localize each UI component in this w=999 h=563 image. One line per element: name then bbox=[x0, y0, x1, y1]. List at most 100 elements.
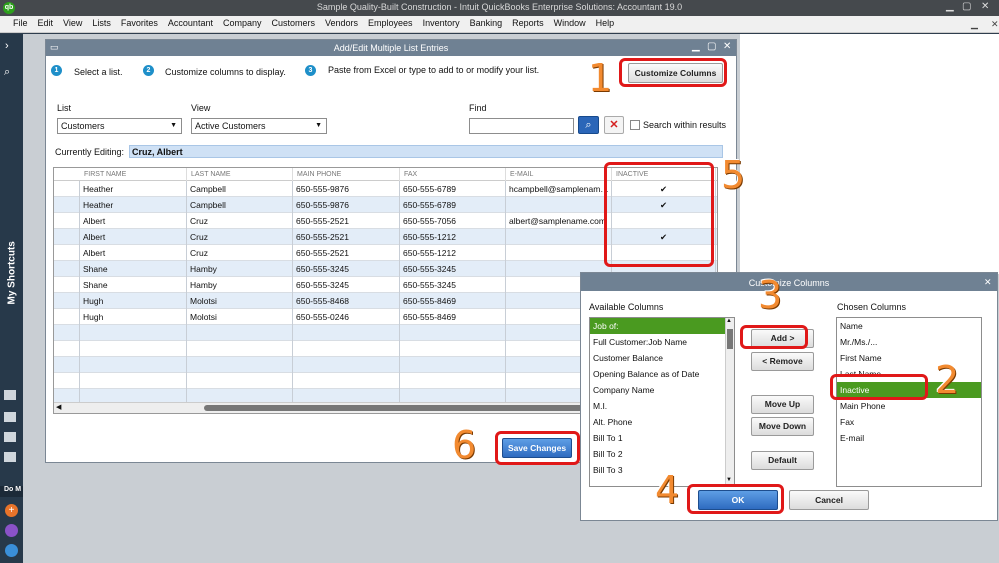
available-column-item[interactable]: Opening Balance as of Date bbox=[590, 366, 726, 382]
available-column-item[interactable]: Bill To 1 bbox=[590, 430, 726, 446]
move-up-button[interactable]: Move Up bbox=[751, 395, 814, 414]
table-cell-last-name[interactable]: Campbell bbox=[187, 197, 293, 213]
column-header-first-name[interactable]: FIRST NAME bbox=[80, 168, 187, 181]
row-selector[interactable] bbox=[54, 213, 80, 229]
clear-search-button[interactable]: ✕ bbox=[604, 116, 624, 134]
default-button[interactable]: Default bbox=[751, 451, 814, 470]
menu-item-file[interactable]: File bbox=[8, 16, 33, 28]
table-cell-last-name[interactable] bbox=[187, 325, 293, 341]
table-cell-main-phone[interactable]: 650-555-2521 bbox=[293, 213, 400, 229]
minimize-icon[interactable]: ▁ bbox=[946, 1, 954, 12]
menu-item-view[interactable]: View bbox=[58, 16, 87, 28]
available-columns-list[interactable]: Job of: Full Customer:Job Name Customer Ba… bbox=[589, 317, 735, 487]
table-cell-first-name[interactable] bbox=[80, 341, 187, 357]
menu-item-edit[interactable]: Edit bbox=[33, 16, 59, 28]
table-cell-first-name[interactable]: Shane bbox=[80, 277, 187, 293]
scroll-left-icon[interactable]: ◀ bbox=[56, 403, 61, 411]
table-cell-main-phone[interactable]: 650-555-9876 bbox=[293, 197, 400, 213]
menu-item-company[interactable]: Company bbox=[218, 16, 267, 28]
shortcut-icon[interactable] bbox=[4, 432, 16, 442]
row-selector[interactable] bbox=[54, 261, 80, 277]
row-selector[interactable] bbox=[54, 373, 80, 389]
table-cell-first-name[interactable]: Shane bbox=[80, 261, 187, 277]
table-cell-main-phone[interactable]: 650-555-2521 bbox=[293, 229, 400, 245]
expand-arrow-icon[interactable]: › bbox=[5, 40, 9, 52]
row-selector[interactable] bbox=[54, 197, 80, 213]
find-input[interactable] bbox=[469, 118, 574, 134]
table-cell-first-name[interactable] bbox=[80, 373, 187, 389]
column-header-main-phone[interactable]: MAIN PHONE bbox=[293, 168, 400, 181]
row-selector[interactable] bbox=[54, 293, 80, 309]
close-icon[interactable]: ✕ bbox=[984, 277, 992, 288]
table-cell-e-mail[interactable] bbox=[506, 197, 612, 213]
available-column-item[interactable]: Bill To 2 bbox=[590, 446, 726, 462]
vertical-scrollbar[interactable]: ▲ ▼ bbox=[725, 318, 734, 486]
table-cell-e-mail[interactable] bbox=[506, 245, 612, 261]
window-close-icon[interactable]: ✕ bbox=[986, 17, 999, 30]
column-header-fax[interactable]: FAX bbox=[400, 168, 506, 181]
menu-item-inventory[interactable]: Inventory bbox=[418, 16, 465, 28]
row-selector[interactable] bbox=[54, 341, 80, 357]
menu-item-accountant[interactable]: Accountant bbox=[163, 16, 218, 28]
window-menu-icon[interactable]: ▭ bbox=[50, 42, 59, 53]
menu-item-reports[interactable]: Reports bbox=[507, 16, 549, 28]
calendar-icon[interactable] bbox=[5, 524, 18, 537]
available-column-item[interactable]: Alt. Phone bbox=[590, 414, 726, 430]
table-cell-last-name[interactable]: Campbell bbox=[187, 181, 293, 197]
cancel-button[interactable]: Cancel bbox=[789, 490, 869, 510]
table-cell-e-mail[interactable]: albert@samplename.com bbox=[506, 213, 612, 229]
table-cell-main-phone[interactable]: 650-555-8468 bbox=[293, 293, 400, 309]
table-cell-last-name[interactable]: Cruz bbox=[187, 245, 293, 261]
view-select[interactable]: Active Customers ▼ bbox=[191, 118, 327, 134]
table-cell-fax[interactable]: 650-555-7056 bbox=[400, 213, 506, 229]
table-cell-main-phone[interactable] bbox=[293, 373, 400, 389]
my-shortcuts-label[interactable]: My Shortcuts bbox=[7, 225, 18, 304]
document-icon[interactable] bbox=[5, 544, 18, 557]
shortcut-icon[interactable] bbox=[4, 412, 16, 422]
menu-item-help[interactable]: Help bbox=[591, 16, 620, 28]
row-selector[interactable] bbox=[54, 181, 80, 197]
menu-item-customers[interactable]: Customers bbox=[266, 16, 320, 28]
minimize-icon[interactable]: ▁ bbox=[692, 41, 700, 52]
table-cell-fax[interactable]: 650-555-8469 bbox=[400, 309, 506, 325]
move-down-button[interactable]: Move Down bbox=[751, 417, 814, 436]
search-within-checkbox[interactable] bbox=[630, 120, 640, 130]
table-cell-fax[interactable]: 650-555-3245 bbox=[400, 261, 506, 277]
search-icon[interactable]: ⌕ bbox=[4, 66, 10, 79]
table-cell-fax[interactable] bbox=[400, 373, 506, 389]
table-cell-last-name[interactable] bbox=[187, 373, 293, 389]
menu-item-employees[interactable]: Employees bbox=[363, 16, 418, 28]
column-header-e-mail[interactable]: E-MAIL bbox=[506, 168, 612, 181]
table-cell-last-name[interactable]: Molotsi bbox=[187, 309, 293, 325]
menu-item-vendors[interactable]: Vendors bbox=[320, 16, 363, 28]
table-cell-first-name[interactable]: Hugh bbox=[80, 293, 187, 309]
table-cell-first-name[interactable]: Albert bbox=[80, 229, 187, 245]
table-cell-main-phone[interactable]: 650-555-3245 bbox=[293, 277, 400, 293]
row-selector[interactable] bbox=[54, 325, 80, 341]
available-column-item[interactable]: M.I. bbox=[590, 398, 726, 414]
scrollbar-thumb[interactable] bbox=[727, 329, 733, 349]
table-cell-e-mail[interactable] bbox=[506, 229, 612, 245]
row-selector[interactable] bbox=[54, 309, 80, 325]
table-cell-main-phone[interactable]: 650-555-3245 bbox=[293, 261, 400, 277]
menu-item-banking[interactable]: Banking bbox=[465, 16, 508, 28]
menu-item-favorites[interactable]: Favorites bbox=[116, 16, 163, 28]
table-cell-last-name[interactable] bbox=[187, 341, 293, 357]
shortcut-icon[interactable] bbox=[4, 390, 16, 400]
table-cell-last-name[interactable] bbox=[187, 357, 293, 373]
menu-item-lists[interactable]: Lists bbox=[87, 16, 116, 28]
table-cell-fax[interactable] bbox=[400, 325, 506, 341]
table-cell-fax[interactable]: 650-555-8469 bbox=[400, 293, 506, 309]
row-selector[interactable] bbox=[54, 245, 80, 261]
chosen-column-item[interactable]: Name bbox=[837, 318, 981, 334]
available-column-item[interactable]: Full Customer:Job Name bbox=[590, 334, 726, 350]
table-cell-fax[interactable]: 650-555-3245 bbox=[400, 277, 506, 293]
table-cell-fax[interactable]: 650-555-1212 bbox=[400, 245, 506, 261]
chosen-column-item[interactable]: E-mail bbox=[837, 430, 981, 446]
table-cell-first-name[interactable]: Heather bbox=[80, 181, 187, 197]
table-cell-first-name[interactable]: Albert bbox=[80, 213, 187, 229]
available-column-item[interactable]: Job of: bbox=[590, 318, 726, 334]
table-cell-main-phone[interactable]: 650-555-9876 bbox=[293, 181, 400, 197]
table-cell-fax[interactable] bbox=[400, 341, 506, 357]
chosen-column-item[interactable]: First Name bbox=[837, 350, 981, 366]
